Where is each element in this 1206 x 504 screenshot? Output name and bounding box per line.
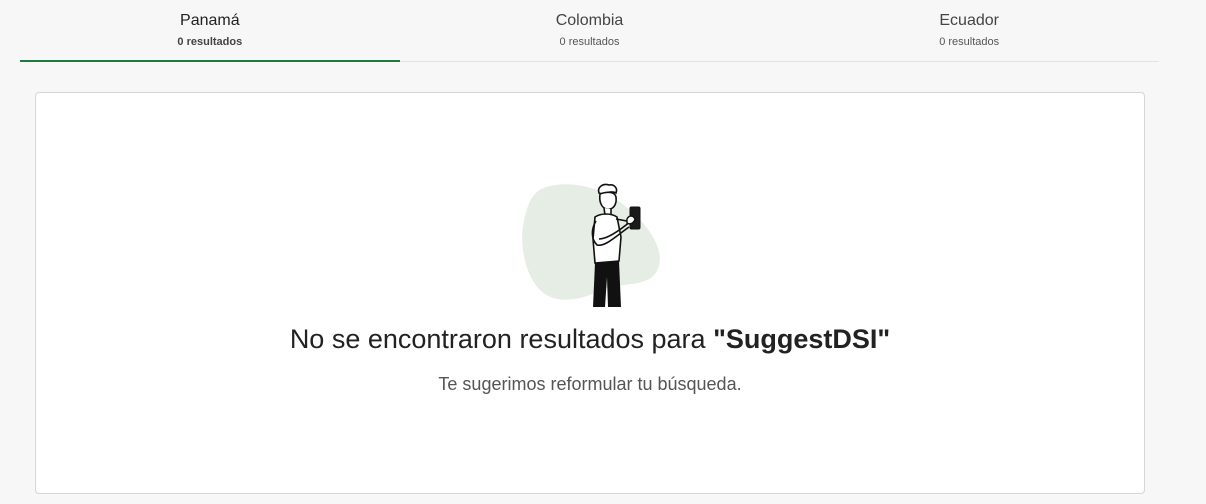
tab-ecuador[interactable]: Ecuador 0 resultados	[779, 0, 1159, 61]
empty-state-subtitle: Te sugerimos reformular tu búsqueda.	[438, 374, 742, 394]
tab-result-count: 0 resultados	[939, 36, 1000, 48]
empty-state-title-prefix: No se encontraron resultados para	[289, 324, 714, 354]
empty-state-title: No se encontraron resultados para "Sugge…	[36, 323, 1144, 355]
search-query: "SuggestDSI"	[713, 324, 891, 354]
tab-result-count: 0 resultados	[559, 36, 620, 48]
tab-label: Panamá	[180, 12, 240, 29]
country-tabs: Panamá 0 resultados Colombia 0 resultado…	[20, 0, 1159, 62]
tab-result-count: 0 resultados	[177, 36, 243, 48]
tab-panama[interactable]: Panamá 0 resultados	[20, 0, 400, 62]
tab-label: Ecuador	[939, 12, 999, 29]
person-holding-phone-illustration	[522, 183, 660, 307]
empty-results-card: No se encontraron resultados para "Sugge…	[35, 92, 1145, 494]
tab-label: Colombia	[555, 12, 624, 29]
tab-colombia[interactable]: Colombia 0 resultados	[400, 0, 780, 61]
